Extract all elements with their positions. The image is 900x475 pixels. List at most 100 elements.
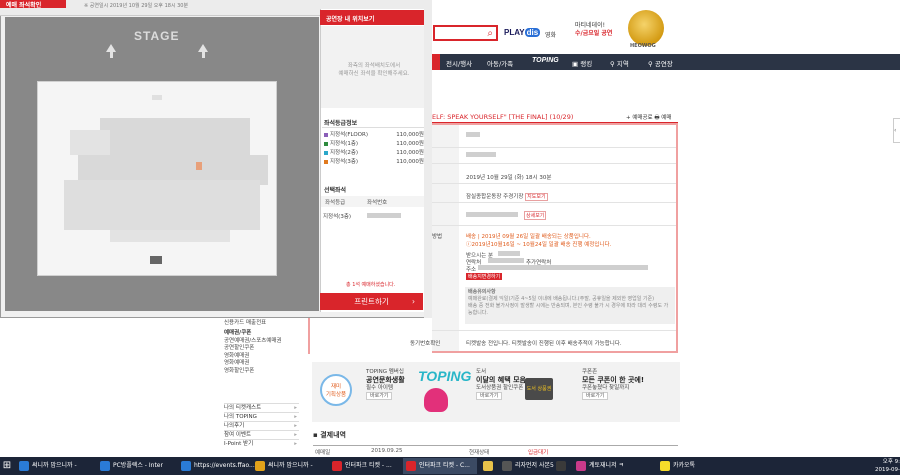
- masked-value: [488, 258, 524, 263]
- toping-promo[interactable]: TOPING 멤버십 공연문화생활 필수 아이템 바로가기: [366, 368, 405, 400]
- nav-ranking[interactable]: ▣ 랭킹: [572, 58, 592, 68]
- taskbar-item[interactable]: 써니까 맘으니까 -: [16, 458, 95, 474]
- venue-name: 잠실종합운동장 주경기장 지도보기: [466, 193, 548, 201]
- row-divider: [432, 202, 676, 203]
- selected-seat[interactable]: [196, 162, 202, 170]
- table-edge: [308, 318, 318, 354]
- payment-heading: ▪ 결제내역: [313, 431, 346, 439]
- detail-button[interactable]: 상세보기: [524, 211, 547, 220]
- kakaotalk-icon: [660, 461, 670, 471]
- seat-block[interactable]: [152, 95, 162, 100]
- windows-start-icon[interactable]: ⊞: [0, 458, 14, 474]
- taskbar-item[interactable]: 리자먼저 사본5: [499, 458, 554, 474]
- popup-show-time: ※ 공연일시 2019년 10월 29일 오후 18시 30분: [84, 3, 189, 9]
- taskbar-item[interactable]: PC방플렉스 - Inter: [97, 458, 176, 474]
- play-logo[interactable]: PLAY dis: [504, 28, 541, 37]
- taskbar-item[interactable]: 계토재니저 ㅋ: [573, 458, 655, 474]
- goods-badge[interactable]: 재미 기획상품: [320, 374, 352, 406]
- menu-item[interactable]: 참여 이벤트: [224, 430, 299, 440]
- stage-arrow-icon: [198, 44, 208, 58]
- mypage-menu: 나의 티켓캐스트 나의 TOPING 나의후기 참여 이벤트 I-Point 받…: [224, 403, 299, 449]
- nav-kids[interactable]: 아동/가족: [487, 58, 513, 68]
- grade-color-swatch: [324, 150, 328, 155]
- payment-status: 입금대기: [528, 450, 549, 456]
- nav-region[interactable]: ⚲ 지역: [610, 58, 629, 68]
- nav-venue[interactable]: ⚲ 공연장: [648, 58, 673, 68]
- nav-toping[interactable]: TOPING: [532, 57, 559, 64]
- nav-accent: [432, 54, 440, 70]
- search-icon[interactable]: ⌕: [487, 28, 493, 39]
- more-button[interactable]: 바로가기: [476, 392, 503, 400]
- delivery-line-1: 배송 | 2019년 09월 26일 일괄 배송되는 상품입니다.: [466, 234, 591, 240]
- menu-item[interactable]: 나의 티켓캐스트: [224, 403, 299, 413]
- emblem-label: HEOWOG: [630, 43, 656, 49]
- system-clock[interactable]: 오후 9: 2019-09-: [866, 458, 900, 474]
- grade-row: 지정석(3층) 110,000원: [324, 157, 426, 166]
- emblem-logo[interactable]: [628, 10, 664, 46]
- masked-value: [367, 213, 401, 218]
- change-address-button[interactable]: 배송지변경하기: [466, 273, 503, 280]
- taskbar-item[interactable]: 인터파크 티켓 - ...: [329, 458, 401, 474]
- taskbar-item[interactable]: [480, 458, 498, 474]
- matinee-promo[interactable]: 마티네데이! 수/금요일 공연: [575, 22, 612, 38]
- sidebar-link[interactable]: 영화예매권: [224, 360, 299, 368]
- taskbar-item[interactable]: [553, 458, 571, 474]
- menu-item[interactable]: 나의 TOPING: [224, 412, 299, 422]
- selected-seat-heading: 선택좌석: [324, 187, 347, 194]
- seat-block[interactable]: [150, 256, 162, 264]
- selected-seat-row: 지정석(3층): [321, 208, 427, 223]
- taskbar-item[interactable]: 카카오톡: [657, 458, 712, 474]
- chevron-right-icon: ›: [412, 297, 415, 306]
- menu-item[interactable]: 나의후기: [224, 421, 299, 431]
- masked-value: [478, 265, 648, 270]
- sidebar-link[interactable]: 공연할인쿠폰: [224, 345, 299, 353]
- sidebar-link[interactable]: 공연예매권/스포츠예매권: [224, 338, 299, 346]
- sidebar-link[interactable]: 영화할인쿠폰: [224, 368, 299, 376]
- row-divider: [432, 330, 676, 331]
- taskbar-item[interactable]: https://events.ffao...: [178, 458, 255, 474]
- row-divider: [432, 147, 676, 148]
- nav-exhibition[interactable]: 전시/행사: [446, 58, 472, 68]
- collapse-tab-icon[interactable]: ‹: [893, 118, 900, 143]
- sidebar-link[interactable]: 신용카드 매출전표: [224, 320, 299, 328]
- grade-color-swatch: [324, 132, 328, 137]
- toping-logo: TOPING: [418, 368, 472, 384]
- masked-value: [466, 132, 480, 137]
- book-promo[interactable]: 도서 이달의 혜택 모음 도서상품권 할인쿠폰 바로가기: [476, 368, 526, 400]
- more-button[interactable]: 바로가기: [366, 392, 393, 400]
- stage-arrow-icon: [106, 44, 116, 58]
- payment-col-label: 예매일: [315, 450, 331, 456]
- grade-row: 지정석(1층) 110,000원: [324, 139, 426, 148]
- app-icon: [556, 461, 566, 471]
- grade-row: 지정석(FLOOR) 110,000원: [324, 130, 426, 139]
- ticket-status-text: 티켓발송 전입니다. 티켓발송이 진행된 이후 배송추적이 가능합니다.: [466, 341, 622, 347]
- row-divider: [432, 225, 676, 226]
- map-button[interactable]: 지도보기: [525, 193, 548, 201]
- print-button[interactable]: 프린트하기 ›: [320, 293, 423, 310]
- col-seat: 좌석번호: [367, 200, 388, 206]
- popup-scrollbar[interactable]: [424, 0, 432, 318]
- sidebar-link[interactable]: 영화예매권: [224, 353, 299, 361]
- file-icon: [502, 461, 512, 471]
- venue-location-button[interactable]: 공연장 내 위치보기: [320, 10, 428, 25]
- seat-block[interactable]: [110, 230, 230, 242]
- gift-card-icon: 도서 상품권: [525, 378, 553, 400]
- more-button[interactable]: 바로가기: [582, 392, 609, 400]
- mypage-sidebar: 현금영수증 신용카드 매출전표 예매권/쿠폰 공연예매권/스포츠예매권 공연할인…: [224, 312, 299, 375]
- seat-block[interactable]: [64, 180, 260, 230]
- grade-color-swatch: [324, 159, 328, 164]
- interpark-icon: [406, 461, 416, 471]
- masked-value: [466, 212, 518, 217]
- seat-block[interactable]: [100, 118, 250, 156]
- interpark-icon: [332, 461, 342, 471]
- menu-item[interactable]: I-Point 받기: [224, 439, 299, 449]
- taskbar-item[interactable]: 써니까 맘으니까 -: [252, 458, 327, 474]
- masked-value: [466, 152, 496, 157]
- site-search-input[interactable]: ⌕: [433, 25, 498, 41]
- seat-block[interactable]: [70, 130, 110, 155]
- selected-seat-header: 좌석등급 좌석번호: [321, 196, 427, 207]
- row-divider: [432, 183, 676, 184]
- movie-link[interactable]: 영화: [545, 30, 556, 39]
- coupon-promo[interactable]: 쿠폰존 모든 쿠폰이 한 곳에! 쿠폰놓쳤다 찾일까지 바로가기: [582, 368, 644, 400]
- taskbar-item-active[interactable]: 인터파크 티켓 - C...: [403, 458, 477, 474]
